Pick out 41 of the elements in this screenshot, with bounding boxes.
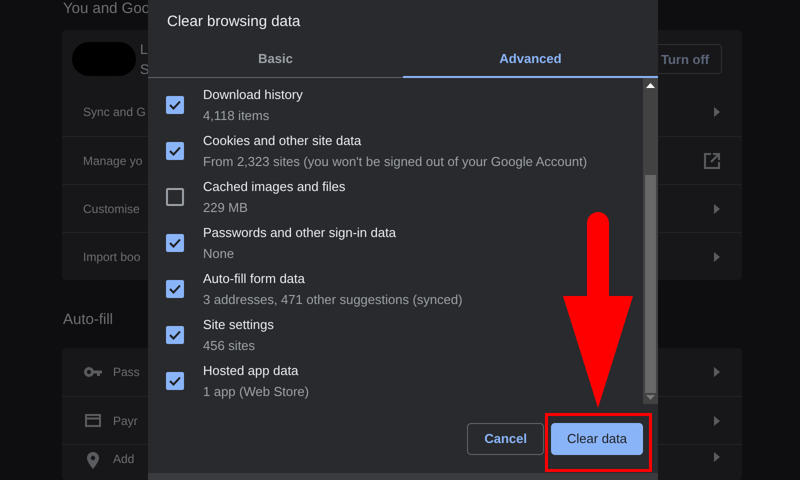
avatar (72, 42, 136, 76)
credit-card-icon (85, 414, 101, 427)
option-title: Passwords and other sign-in data (203, 225, 396, 240)
option-title: Download history (203, 87, 303, 102)
option-detail: 456 sites (203, 338, 256, 353)
checkbox[interactable] (166, 188, 184, 206)
option-detail: 4,118 items (203, 108, 270, 123)
location-pin-icon (87, 452, 99, 469)
clear-data-button[interactable]: Clear data (551, 422, 643, 454)
key-icon (84, 367, 102, 377)
option-detail: 1 app (Web Store) (203, 384, 309, 399)
external-link-icon (704, 152, 720, 168)
section-heading: Auto-fill (63, 310, 114, 330)
chevron-right-icon (714, 204, 720, 214)
option-detail: 229 MB (203, 200, 249, 215)
option-title: Cookies and other site data (203, 133, 362, 148)
checkbox[interactable] (166, 96, 184, 114)
checkbox[interactable] (166, 280, 184, 298)
tab[interactable]: Basic (148, 40, 403, 78)
checkbox[interactable] (166, 326, 184, 344)
tab[interactable]: Advanced (403, 40, 658, 78)
cancel-button[interactable]: Cancel (467, 422, 544, 454)
option-detail: 3 addresses, 471 other suggestions (synced) (203, 292, 462, 307)
option-title: Site settings (203, 317, 274, 332)
chevron-right-icon (714, 107, 720, 117)
chevron-right-icon (714, 452, 720, 462)
option-title: Auto-fill form data (203, 271, 306, 286)
account-name: L (140, 41, 149, 57)
dialog-title: Clear browsing data (166, 12, 302, 32)
option-title: Hosted app data (203, 363, 300, 378)
option-detail: None (203, 246, 236, 261)
scroll-up-icon[interactable] (646, 82, 655, 88)
scrollbar[interactable] (643, 78, 658, 404)
option-title: Cached images and files (203, 179, 346, 194)
chevron-right-icon (714, 367, 720, 377)
checkbox[interactable] (166, 234, 184, 252)
chevron-right-icon (714, 252, 720, 262)
checkbox[interactable] (166, 142, 184, 160)
checkbox[interactable] (166, 372, 184, 390)
chevron-right-icon (714, 416, 720, 426)
option-detail: From 2,323 sites (you won't be signed out of your Google Account) (203, 154, 588, 169)
